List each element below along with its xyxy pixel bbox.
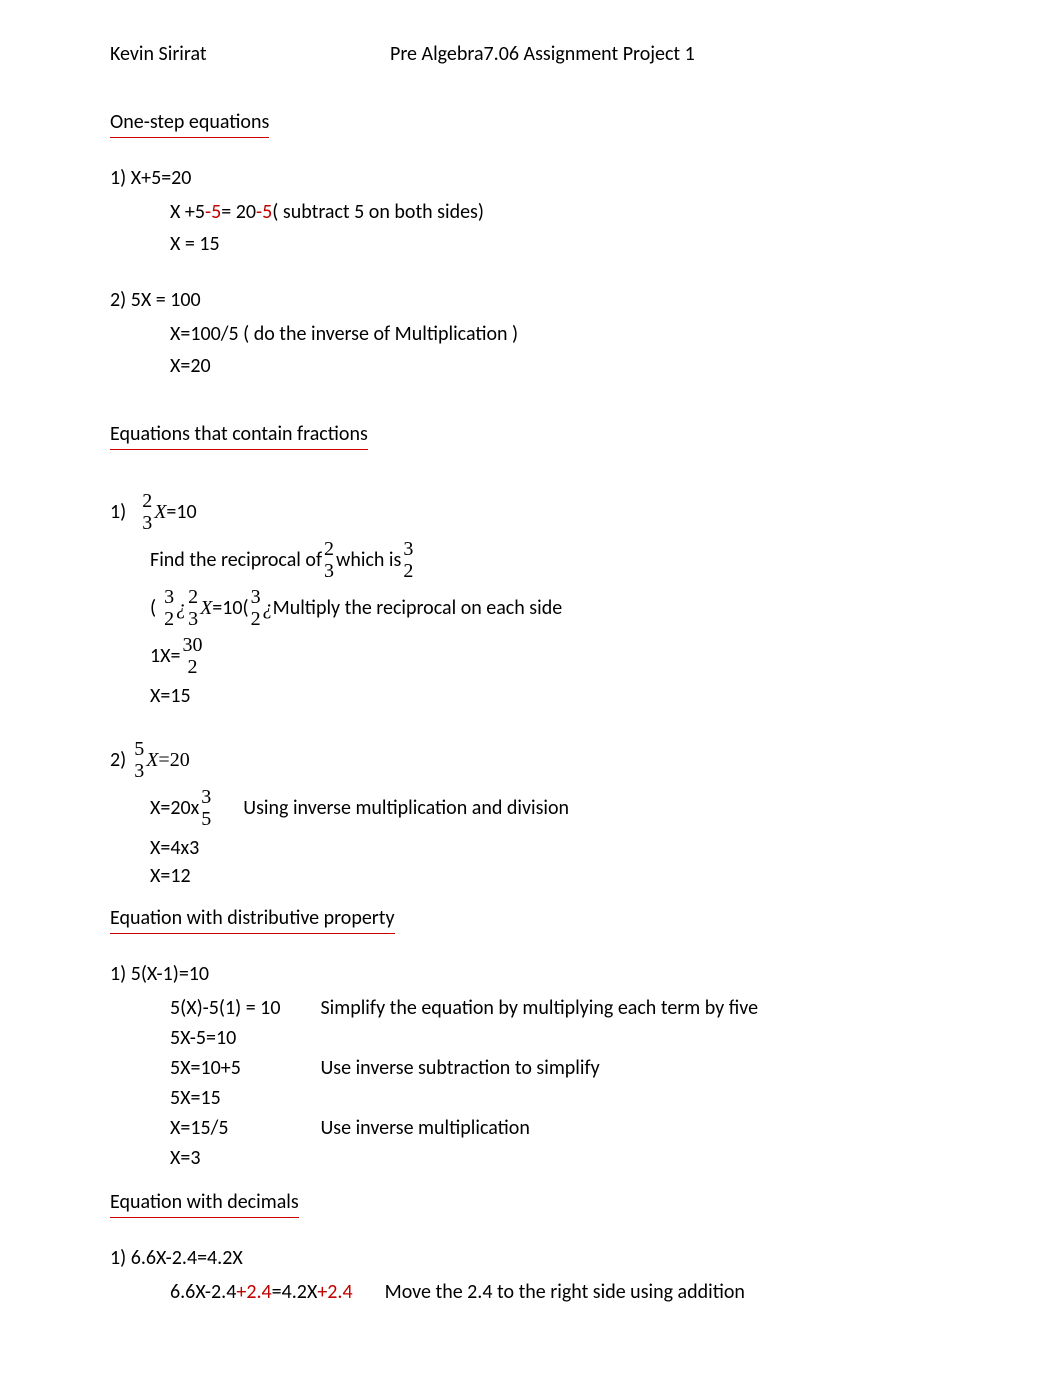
- denominator: 3: [188, 608, 198, 630]
- explanation: [320, 1084, 798, 1114]
- text: = 20: [221, 198, 256, 226]
- problem-1-2-step2: X=20: [170, 352, 952, 380]
- problem-4-1: 1) 6.6X-2.4=4.2X: [110, 1244, 952, 1272]
- text: Multiply the reciprocal on each side: [273, 594, 563, 622]
- step: X=3: [170, 1144, 320, 1174]
- variable: X: [146, 746, 158, 774]
- explanation: Use inverse multiplication: [320, 1114, 798, 1144]
- numerator: 3: [403, 538, 413, 560]
- text: 1X=: [150, 642, 180, 670]
- step: 5X=10+5: [170, 1054, 320, 1084]
- variable: X: [200, 594, 212, 622]
- text-red: -5: [205, 198, 221, 226]
- placeholder-glyph: ¿: [263, 594, 273, 622]
- text-red: -5: [256, 198, 272, 226]
- denominator: 3: [134, 760, 144, 782]
- fraction: 3 2: [403, 538, 413, 582]
- label: 1): [110, 498, 126, 526]
- numerator: 2: [188, 586, 198, 608]
- problem-2-1: 1) 2 3 X =10: [110, 490, 952, 534]
- problem-2-2-step1: X=20x 3 5 Using inverse multiplication a…: [150, 786, 952, 830]
- text: Using inverse multiplication and divisio…: [243, 794, 569, 822]
- text: ( subtract 5 on both sides): [272, 198, 484, 226]
- placeholder-glyph: ¿: [176, 594, 186, 622]
- numerator: 30: [182, 634, 202, 656]
- numerator: 2: [324, 538, 334, 560]
- problem-1-1: 1) X+5=20: [110, 164, 952, 192]
- section-heading-decimals: Equation with decimals: [110, 1188, 299, 1218]
- denominator: 2: [251, 608, 261, 630]
- text: =4.2X: [272, 1278, 318, 1306]
- numerator: 5: [134, 738, 144, 760]
- value: 20: [170, 746, 190, 774]
- fraction: 5 3: [134, 738, 144, 782]
- section-heading-fractions: Equations that contain fractions: [110, 420, 368, 450]
- text-red: +2.4: [317, 1278, 352, 1306]
- explanation: [320, 1144, 798, 1174]
- problem-1-2-step1: X=100/5 ( do the inverse of Multiplicati…: [170, 320, 952, 348]
- fraction: 3 5: [201, 786, 211, 830]
- step: 5X-5=10: [170, 1024, 320, 1054]
- variable: X: [154, 498, 166, 526]
- text: X +5: [170, 198, 205, 226]
- text: =10(: [212, 594, 248, 622]
- numerator: 3: [251, 586, 261, 608]
- problem-2-2: 2) 5 3 X = 20: [110, 738, 952, 782]
- problem-2-1-1x: 1X= 30 2: [150, 634, 952, 678]
- fraction: 2 3: [188, 586, 198, 630]
- section-heading-distributive: Equation with distributive property: [110, 904, 395, 934]
- fraction: 30 2: [182, 634, 202, 678]
- text-red: +2.4: [236, 1278, 271, 1306]
- explanation: Simplify the equation by multiplying eac…: [320, 994, 798, 1024]
- numerator: 2: [142, 490, 152, 512]
- problem-2-2-answer: X=12: [150, 862, 952, 890]
- fraction: 2 3: [324, 538, 334, 582]
- label: 2): [110, 746, 126, 774]
- denominator: 2: [403, 560, 413, 582]
- equals: =: [158, 746, 169, 774]
- denominator: 2: [164, 608, 174, 630]
- problem-3-1: 1) 5(X-1)=10: [110, 960, 952, 988]
- denominator: 3: [324, 560, 334, 582]
- problem-2-2-step2: X=4x3: [150, 834, 952, 862]
- text: Find the reciprocal of: [150, 546, 322, 574]
- problem-2-1-multiply: ( 3 2 ¿ 2 3 X =10( 3 2 ¿ Multiply the re…: [150, 586, 952, 630]
- problem-3-1-steps: 5(X)-5(1) = 10 Simplify the equation by …: [170, 994, 798, 1174]
- denominator: 2: [182, 656, 202, 678]
- section-heading-one-step: One-step equations: [110, 108, 269, 138]
- step: X=15/5: [170, 1114, 320, 1144]
- problem-1-1-step2: X = 15: [170, 230, 952, 258]
- text: which is: [336, 546, 401, 574]
- step: 5X=15: [170, 1084, 320, 1114]
- explanation: Move the 2.4 to the right side using add…: [385, 1278, 745, 1306]
- denominator: 5: [201, 808, 211, 830]
- step: 5(X)-5(1) = 10: [170, 994, 320, 1024]
- numerator: 3: [164, 586, 174, 608]
- text: 6.6X-2.4: [170, 1278, 236, 1306]
- explanation: [320, 1024, 798, 1054]
- fraction: 2 3: [142, 490, 152, 534]
- text: (: [150, 594, 156, 622]
- fraction: 3 2: [251, 586, 261, 630]
- explanation: Use inverse subtraction to simplify: [320, 1054, 798, 1084]
- problem-2-1-answer: X=15: [150, 682, 952, 710]
- problem-1-1-step1: X +5 -5 = 20 -5 ( subtract 5 on both sid…: [170, 198, 952, 226]
- denominator: 3: [142, 512, 152, 534]
- numerator: 3: [201, 786, 211, 808]
- text: X=20x: [150, 794, 199, 822]
- student-name: Kevin Sirirat: [110, 40, 390, 68]
- assignment-title: Pre Algebra7.06 Assignment Project 1: [390, 40, 695, 68]
- problem-1-2: 2) 5X = 100: [110, 286, 952, 314]
- fraction: 3 2: [164, 586, 174, 630]
- page-header: Kevin Sirirat Pre Algebra7.06 Assignment…: [110, 40, 952, 68]
- problem-4-1-step1: 6.6X-2.4 +2.4 =4.2X +2.4 Move the 2.4 to…: [170, 1278, 952, 1306]
- problem-2-1-reciprocal: Find the reciprocal of 2 3 which is 3 2: [150, 538, 952, 582]
- text: =10: [166, 498, 196, 526]
